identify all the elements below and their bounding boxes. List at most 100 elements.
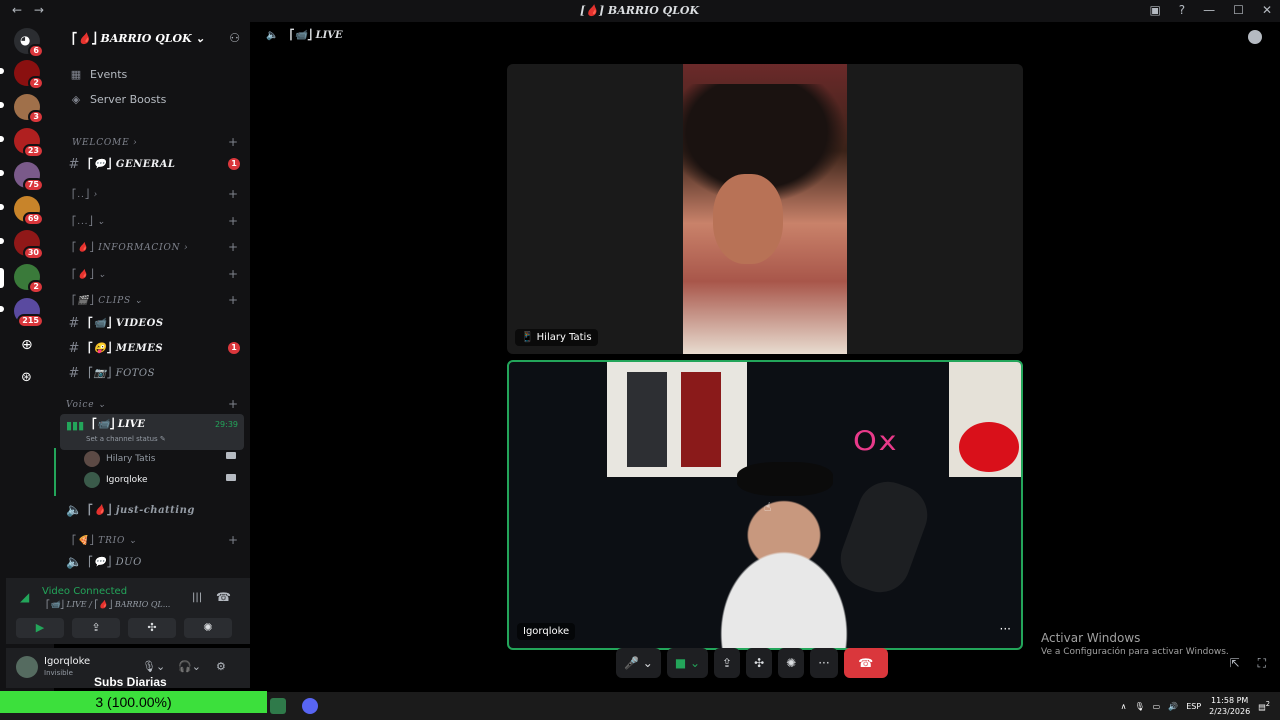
channel-general[interactable]: # ⎡💬⎦ GENERAL 1	[66, 154, 246, 174]
voice-channel-live[interactable]: ▮▮▮ ⎡📹⎦ LIVE 29:39 Set a channel status …	[60, 414, 244, 450]
screen-share-button[interactable]: ⇪	[72, 618, 120, 638]
events-link[interactable]: ▦ Events	[68, 68, 127, 81]
minimize-button[interactable]: —	[1203, 3, 1215, 17]
discover-icon[interactable]: ⊛	[14, 366, 40, 392]
chat-icon[interactable]	[1248, 30, 1262, 44]
chevron-up-icon[interactable]: ∧	[1121, 702, 1127, 711]
server-icon[interactable]: 3	[14, 94, 44, 124]
forward-icon[interactable]: →	[34, 3, 44, 17]
hang-up-button[interactable]: ☎	[843, 648, 888, 678]
add-channel-icon[interactable]: +	[228, 187, 238, 201]
activities-button[interactable]: ✣	[128, 618, 176, 638]
taskbar-app-icon[interactable]	[270, 698, 286, 714]
server-icon[interactable]: 215	[14, 298, 44, 328]
disconnect-icon[interactable]: ☎	[216, 590, 231, 604]
window-controls: ▣ ? — ☐ ✕	[1149, 3, 1272, 17]
server-icon-active[interactable]: 2	[14, 264, 44, 294]
video-tile-hilary[interactable]: 📱 Hilary Tatis	[507, 64, 1023, 354]
microphone-tray-icon[interactable]: 🎙	[1135, 702, 1145, 711]
clock[interactable]: 11:58 PM 2/23/2026	[1209, 695, 1250, 717]
mute-button[interactable]: 🎤 ⌄	[616, 648, 661, 678]
activities-button[interactable]: ✣	[746, 648, 773, 678]
category-informacion[interactable]: ⎡🩸⎦ INFORMACION ›	[72, 243, 188, 253]
category-trio[interactable]: ⎡🍕⎦ TRIO ⌄	[72, 536, 137, 546]
voice-activity-icon: ▮▮▮	[66, 419, 85, 432]
category-clips[interactable]: ⎡🎬⎦ CLIPS ⌄	[72, 296, 143, 306]
server-icon[interactable]: 2	[14, 60, 44, 90]
hash-icon: #	[68, 156, 80, 172]
voice-channel-just-chatting[interactable]: 🔈 ⎡🩸⎦ just-chatting	[66, 500, 246, 520]
channel-fotos[interactable]: # ⎡📷⎦ FOTOS	[66, 363, 246, 383]
user-name[interactable]: Igorqloke	[44, 656, 90, 667]
network-icon[interactable]: ▭	[1153, 702, 1161, 711]
voice-user-hilary[interactable]: Hilary Tatis	[84, 451, 155, 467]
server-icon[interactable]: 30	[14, 230, 44, 260]
server-icon[interactable]: 69	[14, 196, 44, 226]
calendar-icon: ▦	[70, 68, 82, 81]
channel-memes[interactable]: # ⎡😜⎦ MEMES 1	[66, 338, 246, 358]
back-icon[interactable]: ←	[12, 3, 22, 17]
discord-taskbar-icon[interactable]	[302, 698, 318, 714]
hash-icon: #	[68, 340, 80, 356]
voice-status-title[interactable]: Video Connected	[42, 586, 127, 597]
add-server-icon[interactable]: ⊕	[14, 334, 40, 360]
close-button[interactable]: ✕	[1262, 3, 1272, 17]
volume-icon[interactable]: 🔊	[1168, 702, 1178, 711]
category-blank-2[interactable]: ⎡...⎦ ⌄	[72, 217, 106, 227]
category-welcome[interactable]: WELCOME ›	[72, 138, 138, 148]
participant-label: Igorqloke	[517, 623, 576, 640]
server-boosts-link[interactable]: ◈ Server Boosts	[68, 93, 167, 106]
video-content	[959, 422, 1019, 472]
server-icon[interactable]: 23	[14, 128, 44, 158]
speaker-icon: 🔈	[266, 30, 279, 41]
camera-button[interactable]: ▶	[16, 618, 64, 638]
inbox-icon[interactable]: ▣	[1149, 3, 1160, 17]
screen-share-button[interactable]: ⇪	[714, 648, 741, 678]
add-channel-icon[interactable]: +	[228, 397, 238, 411]
settings-gear-icon[interactable]: ⚙	[216, 660, 226, 673]
unread-dot	[0, 136, 4, 142]
pop-out-icon[interactable]: ⇱	[1230, 656, 1240, 671]
maximize-button[interactable]: ☐	[1233, 3, 1244, 17]
notifications-icon[interactable]: ▤2	[1258, 700, 1270, 712]
mouse-cursor-icon: ☝	[764, 500, 772, 514]
guild-name[interactable]: ⎡🩸⎦ BARRIO QLOK ⌄	[72, 32, 205, 45]
voice-channel-duo[interactable]: 🔈 ⎡💬⎦ DUO	[66, 552, 246, 572]
voice-connected-indicator	[54, 448, 56, 496]
headphones-icon[interactable]: 🎧⌄	[178, 660, 201, 673]
video-content	[713, 174, 783, 264]
camera-toggle-button[interactable]: ■ ⌄	[666, 648, 709, 678]
more-button[interactable]: ···	[810, 648, 838, 678]
fullscreen-icon[interactable]: ⛶	[1258, 656, 1266, 671]
more-options-icon[interactable]: ···	[1000, 622, 1011, 636]
voice-status-subtitle[interactable]: ⎡📹⎦ LIVE / ⎡🩸⎦ BARRIO QL...	[46, 600, 170, 609]
soundboard-button[interactable]: ✺	[184, 618, 232, 638]
signal-icon: ◢	[20, 590, 30, 604]
channel-videos[interactable]: # ⎡📹⎦ VIDEOS	[66, 313, 246, 333]
selected-indicator	[0, 268, 4, 288]
add-channel-icon[interactable]: +	[228, 533, 238, 547]
noise-suppression-icon[interactable]: |||	[192, 592, 202, 603]
help-icon[interactable]: ?	[1179, 3, 1185, 17]
category-dropdown[interactable]: ⎡🩸⎦ ⌄	[72, 270, 107, 280]
add-channel-icon[interactable]: +	[228, 293, 238, 307]
server-icon[interactable]: 75	[14, 162, 44, 192]
invite-people-icon[interactable]: ⚇	[229, 31, 240, 45]
category-blank-1[interactable]: ⎡..⎦ ›	[72, 190, 98, 200]
mention-badge: 1	[228, 342, 240, 354]
unread-dot	[0, 102, 4, 108]
category-voice[interactable]: Voice ⌄	[66, 400, 106, 410]
add-channel-icon[interactable]: +	[228, 240, 238, 254]
hash-icon: #	[68, 365, 80, 381]
direct-messages-icon[interactable]: ◕ 6	[14, 28, 44, 58]
add-channel-icon[interactable]: +	[228, 267, 238, 281]
microphone-icon[interactable]: 🎙⌄	[142, 660, 165, 673]
add-channel-icon[interactable]: +	[228, 214, 238, 228]
add-channel-icon[interactable]: +	[228, 135, 238, 149]
video-content	[737, 462, 833, 496]
channel-status-link[interactable]: Set a channel status ✎	[86, 435, 166, 443]
soundboard-button[interactable]: ✺	[778, 648, 805, 678]
voice-user-igorqloke[interactable]: Igorqloke	[84, 472, 148, 488]
language-indicator[interactable]: ESP	[1186, 702, 1201, 711]
user-avatar[interactable]	[16, 656, 38, 678]
